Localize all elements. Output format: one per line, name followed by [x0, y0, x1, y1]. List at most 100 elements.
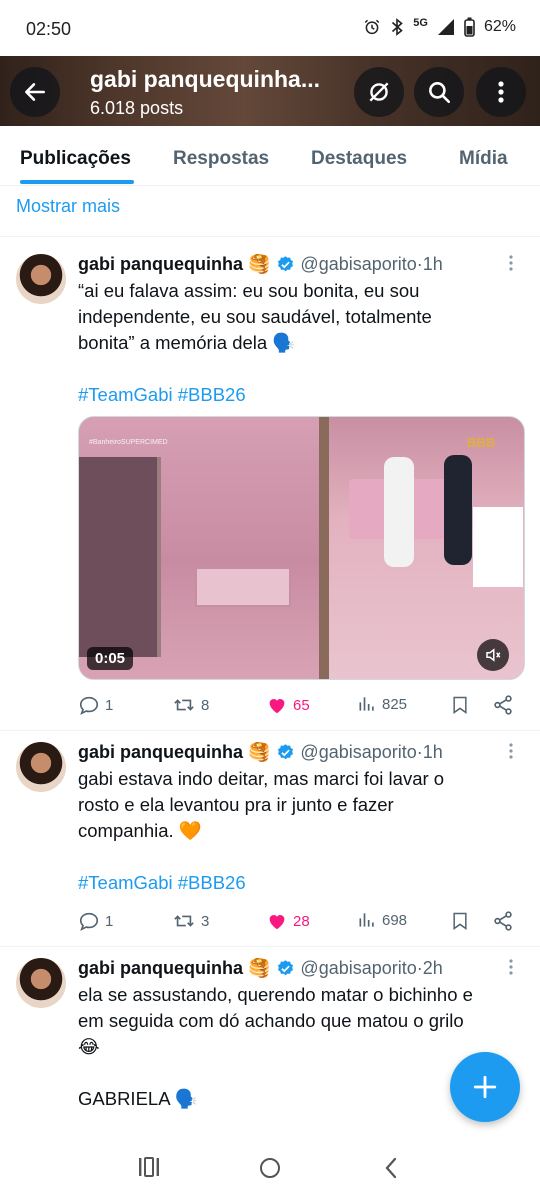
- verified-badge-icon: [278, 256, 294, 272]
- repost-button[interactable]: 8: [172, 694, 209, 716]
- like-button[interactable]: 65: [266, 694, 310, 716]
- tab-publicacoes[interactable]: Publicações: [20, 148, 131, 170]
- more-options-button[interactable]: [476, 67, 526, 117]
- video-duration: 0:05: [87, 647, 134, 670]
- view-count: 825: [382, 695, 408, 713]
- grok-icon: [369, 82, 389, 102]
- bookmark-button[interactable]: [450, 910, 470, 932]
- profile-header: gabi panquequinha... 6.018 posts: [0, 56, 540, 126]
- battery-icon: [464, 17, 475, 37]
- alarm-icon: [365, 19, 380, 35]
- bluetooth-icon: [392, 18, 404, 36]
- repost-icon: [174, 699, 194, 711]
- timestamp[interactable]: 2h: [423, 958, 443, 979]
- tab-midia[interactable]: Mídia: [459, 148, 508, 170]
- more-vertical-icon: [509, 743, 513, 759]
- view-count: 698: [382, 911, 408, 929]
- display-name[interactable]: gabi panquequinha 🥞: [78, 742, 270, 763]
- post-count: 6.018 posts: [90, 98, 184, 118]
- back-button[interactable]: [10, 67, 60, 117]
- views-button[interactable]: 825: [357, 694, 407, 714]
- network-label: 5G: [413, 17, 428, 29]
- repost-count: 3: [201, 912, 210, 930]
- bookmark-icon: [453, 912, 467, 930]
- reply-icon: [79, 696, 99, 715]
- bbb-logo: BBB: [467, 435, 496, 450]
- more-vertical-icon: [509, 959, 513, 975]
- search-icon: [429, 82, 451, 104]
- recent-apps-icon[interactable]: [137, 1156, 161, 1178]
- views-chart-icon: [359, 697, 374, 711]
- share-button[interactable]: [492, 694, 514, 716]
- compose-button[interactable]: [450, 1052, 520, 1122]
- like-button[interactable]: 28: [266, 910, 310, 932]
- back-nav-icon[interactable]: [382, 1156, 400, 1180]
- more-vertical-icon: [509, 255, 513, 271]
- avatar[interactable]: [16, 742, 66, 792]
- tweet-menu-button[interactable]: [508, 958, 514, 981]
- tweet-menu-button[interactable]: [508, 254, 514, 277]
- video-frame-person: [444, 455, 472, 565]
- tab-destaques[interactable]: Destaques: [311, 148, 407, 170]
- divider: [0, 946, 540, 947]
- divider: [0, 236, 540, 237]
- show-more-link[interactable]: Mostrar mais: [16, 196, 120, 217]
- tweet-text: gabi estava indo deitar, mas marci foi l…: [78, 768, 445, 841]
- tweet-header: gabi panquequinha 🥞 @gabisaporito · 1h: [78, 742, 443, 763]
- bookmark-button[interactable]: [450, 694, 470, 716]
- grok-button[interactable]: [354, 67, 404, 117]
- reply-button[interactable]: 1: [78, 910, 113, 932]
- tweet-actions: 1 8 65 825: [78, 694, 518, 720]
- signal-icon: [437, 19, 454, 35]
- avatar[interactable]: [16, 254, 66, 304]
- share-icon: [494, 695, 512, 715]
- reply-count: 1: [105, 696, 114, 714]
- profile-tabs: Publicações Respostas Destaques Mídia: [0, 126, 540, 186]
- heart-filled-icon: [269, 699, 285, 714]
- display-name[interactable]: gabi panquequinha 🥞: [78, 958, 270, 979]
- hashtags[interactable]: #TeamGabi #BBB26: [78, 872, 246, 894]
- video-frame-mirror: [79, 457, 161, 657]
- volume-muted-icon: [486, 648, 501, 662]
- battery-level: 62%: [483, 18, 516, 35]
- mute-button[interactable]: [477, 639, 509, 671]
- status-icons: 5G 62%: [363, 17, 516, 37]
- reply-count: 1: [105, 912, 114, 930]
- tab-respostas[interactable]: Respostas: [173, 148, 269, 170]
- timestamp[interactable]: 1h: [423, 742, 443, 763]
- avatar[interactable]: [16, 958, 66, 1008]
- divider: [0, 730, 540, 731]
- status-bar: 02:50 5G 62%: [0, 0, 540, 56]
- repost-icon: [174, 915, 194, 927]
- video-frame-door: [319, 417, 329, 679]
- video-frame-person: [384, 457, 414, 567]
- profile-title: gabi panquequinha...: [90, 66, 320, 92]
- tweet-header: gabi panquequinha 🥞 @gabisaporito · 1h: [78, 254, 443, 275]
- share-button[interactable]: [492, 910, 514, 932]
- status-time: 02:50: [26, 19, 72, 39]
- search-button[interactable]: [414, 67, 464, 117]
- tweet-actions: 1 3 28 698: [78, 910, 518, 936]
- timestamp[interactable]: 1h: [423, 254, 443, 275]
- views-button[interactable]: 698: [357, 910, 407, 930]
- hashtags[interactable]: #TeamGabi #BBB26: [78, 384, 246, 406]
- reply-button[interactable]: 1: [78, 694, 113, 716]
- tweet-text: “ai eu falava assim: eu sou bonita, eu s…: [78, 280, 432, 353]
- plus-icon: [473, 1075, 497, 1099]
- tweet-header: gabi panquequinha 🥞 @gabisaporito · 2h: [78, 958, 443, 979]
- home-icon[interactable]: [258, 1156, 282, 1180]
- share-icon: [494, 911, 512, 931]
- repost-button[interactable]: 3: [172, 910, 209, 932]
- active-tab-indicator: [20, 180, 134, 184]
- like-count: 28: [293, 912, 310, 930]
- tweet-menu-button[interactable]: [508, 742, 514, 765]
- video-player[interactable]: #BanheiroSUPERCIMED BBB 0:05: [78, 416, 525, 680]
- more-vertical-icon: [498, 81, 504, 103]
- handle: @gabisaporito: [300, 958, 417, 978]
- handle: @gabisaporito: [300, 254, 417, 274]
- system-nav-bar: [0, 1142, 540, 1200]
- video-frame-cabinet: [473, 507, 523, 587]
- display-name[interactable]: gabi panquequinha 🥞: [78, 254, 270, 275]
- arrow-left-icon: [25, 83, 45, 101]
- repost-count: 8: [201, 696, 210, 714]
